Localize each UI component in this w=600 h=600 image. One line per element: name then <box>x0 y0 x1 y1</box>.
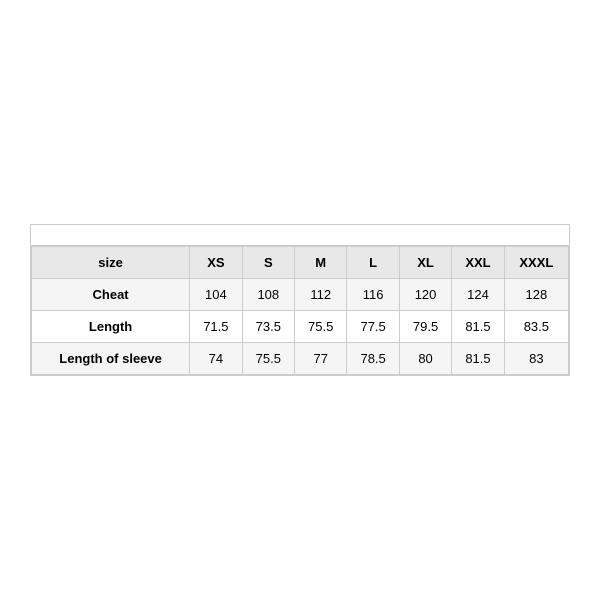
row-1-label: Length <box>32 311 190 343</box>
size-chart-container: sizeXSSMLXLXXLXXXL Cheat1041081121161201… <box>30 224 570 376</box>
row-0-cell-1: 108 <box>242 279 294 311</box>
row-1-cell-0: 71.5 <box>190 311 242 343</box>
row-0-cell-5: 124 <box>452 279 504 311</box>
row-0-cell-3: 116 <box>347 279 399 311</box>
table-body: Cheat104108112116120124128Length71.573.5… <box>32 279 569 375</box>
chart-title <box>31 225 569 246</box>
row-1-cell-2: 75.5 <box>295 311 347 343</box>
row-2-cell-1: 75.5 <box>242 343 294 375</box>
row-0-cell-2: 112 <box>295 279 347 311</box>
row-2-cell-3: 78.5 <box>347 343 399 375</box>
header-cell-0: size <box>32 247 190 279</box>
table-row: Length71.573.575.577.579.581.583.5 <box>32 311 569 343</box>
header-cell-2: S <box>242 247 294 279</box>
row-2-cell-6: 83 <box>504 343 568 375</box>
header-cell-3: M <box>295 247 347 279</box>
row-0-cell-6: 128 <box>504 279 568 311</box>
row-0-cell-4: 120 <box>399 279 451 311</box>
row-1-cell-5: 81.5 <box>452 311 504 343</box>
row-0-cell-0: 104 <box>190 279 242 311</box>
row-2-cell-0: 74 <box>190 343 242 375</box>
header-cell-1: XS <box>190 247 242 279</box>
row-1-cell-6: 83.5 <box>504 311 568 343</box>
table-row: Cheat104108112116120124128 <box>32 279 569 311</box>
header-cell-4: L <box>347 247 399 279</box>
row-1-cell-4: 79.5 <box>399 311 451 343</box>
table-header-row: sizeXSSMLXLXXLXXXL <box>32 247 569 279</box>
header-cell-6: XXL <box>452 247 504 279</box>
row-1-cell-1: 73.5 <box>242 311 294 343</box>
row-2-cell-5: 81.5 <box>452 343 504 375</box>
row-1-cell-3: 77.5 <box>347 311 399 343</box>
size-chart-table: sizeXSSMLXLXXLXXXL Cheat1041081121161201… <box>31 246 569 375</box>
table-row: Length of sleeve7475.57778.58081.583 <box>32 343 569 375</box>
header-cell-5: XL <box>399 247 451 279</box>
row-2-cell-2: 77 <box>295 343 347 375</box>
row-2-label: Length of sleeve <box>32 343 190 375</box>
row-0-label: Cheat <box>32 279 190 311</box>
row-2-cell-4: 80 <box>399 343 451 375</box>
header-cell-7: XXXL <box>504 247 568 279</box>
